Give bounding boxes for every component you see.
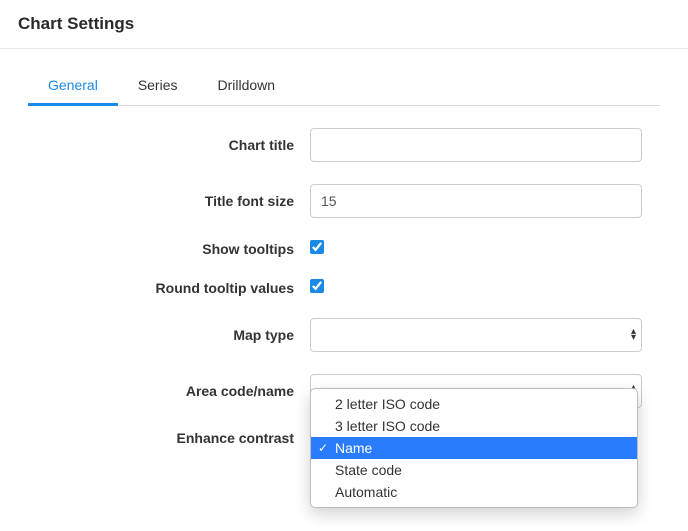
page-title: Chart Settings	[18, 14, 670, 34]
map-type-select[interactable]	[310, 318, 642, 352]
row-show-tooltips: Show tooltips	[28, 240, 660, 257]
row-title-font-size: Title font size	[28, 184, 660, 218]
label-enhance-contrast: Enhance contrast	[28, 430, 310, 446]
dropdown-option-state-code[interactable]: State code	[311, 459, 637, 481]
content: General Series Drilldown Chart title Tit…	[0, 49, 688, 446]
row-round-tooltip-values: Round tooltip values	[28, 279, 660, 296]
dropdown-option-automatic[interactable]: Automatic	[311, 481, 637, 503]
title-font-size-input[interactable]	[310, 184, 642, 218]
tabs: General Series Drilldown	[28, 67, 660, 106]
header: Chart Settings	[0, 0, 688, 49]
show-tooltips-checkbox[interactable]	[310, 240, 324, 254]
area-code-name-dropdown: 2 letter ISO code 3 letter ISO code Name…	[310, 388, 638, 508]
row-map-type: Map type ▴▾	[28, 318, 660, 352]
chart-title-input[interactable]	[310, 128, 642, 162]
label-round-tooltip-values: Round tooltip values	[28, 280, 310, 296]
row-chart-title: Chart title	[28, 128, 660, 162]
dropdown-option-name[interactable]: Name	[311, 437, 637, 459]
dropdown-option-2-letter-iso[interactable]: 2 letter ISO code	[311, 393, 637, 415]
round-tooltip-values-checkbox[interactable]	[310, 279, 324, 293]
label-title-font-size: Title font size	[28, 193, 310, 209]
label-area-code-name: Area code/name	[28, 383, 310, 399]
tab-series[interactable]: Series	[118, 67, 198, 106]
label-map-type: Map type	[28, 327, 310, 343]
row-area-code-name: Area code/name ▴▾ 2 letter ISO code 3 le…	[28, 374, 660, 408]
form-general: Chart title Title font size Show tooltip…	[28, 106, 660, 446]
label-show-tooltips: Show tooltips	[28, 241, 310, 257]
tab-general[interactable]: General	[28, 67, 118, 106]
label-chart-title: Chart title	[28, 137, 310, 153]
tab-drilldown[interactable]: Drilldown	[198, 67, 296, 106]
dropdown-option-3-letter-iso[interactable]: 3 letter ISO code	[311, 415, 637, 437]
